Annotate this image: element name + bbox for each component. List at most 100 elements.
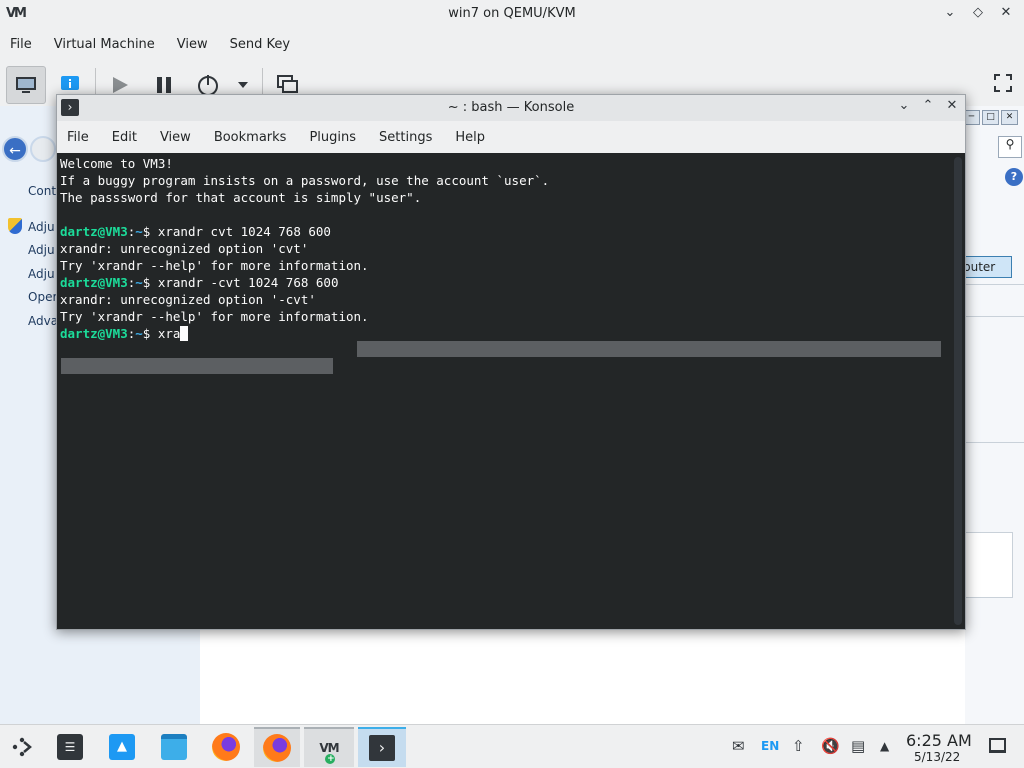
pause-icon — [157, 77, 171, 93]
guest-link[interactable]: Cont — [28, 180, 58, 204]
konsole-menu-help[interactable]: Help — [455, 130, 485, 145]
guest-help-icon[interactable]: ? — [1005, 168, 1023, 186]
guest-link[interactable]: Adju — [28, 216, 58, 240]
terminal-line: If a buggy program insists on a password… — [60, 173, 550, 188]
terminal-line: xrandr: unrecognized option '-cvt' — [60, 292, 316, 307]
info-icon — [61, 76, 79, 90]
prompt-path: ~ — [135, 275, 143, 290]
vm-window-controls: ⌄ ◇ ✕ — [942, 5, 1014, 20]
taskbar-konsole-window[interactable]: › — [358, 727, 406, 767]
taskbar-firefox-window[interactable] — [254, 727, 300, 767]
vm-titlebar: VM win7 on QEMU/KVM ⌄ ◇ ✕ — [0, 0, 1024, 30]
launcher-icon — [12, 737, 32, 757]
application-launcher-button[interactable] — [0, 727, 44, 767]
clock-date[interactable]: 5/13/22 — [914, 750, 960, 764]
snapshot-icon — [277, 75, 298, 93]
clock-time[interactable]: 6:25 AM — [906, 731, 972, 750]
prompt-path: ~ — [135, 326, 143, 341]
monitor-icon — [16, 77, 36, 93]
vm-menu-virtual-machine[interactable]: Virtual Machine — [54, 37, 155, 52]
taskbar-discover[interactable]: ▲ — [100, 727, 144, 767]
konsole-menu-edit[interactable]: Edit — [112, 130, 137, 145]
prompt-user: dartz@VM3 — [60, 224, 128, 239]
konsole-menu-file[interactable]: File — [67, 130, 89, 145]
terminal-line: Try 'xrandr --help' for more information… — [60, 258, 369, 273]
vm-menu-send-key[interactable]: Send Key — [230, 37, 290, 52]
terminal-line: Welcome to VM3! — [60, 156, 173, 171]
prompt-user: dartz@VM3 — [60, 326, 128, 341]
guest-window-controls: ─ □ ✕ — [963, 110, 1018, 125]
guest-panel-box — [965, 532, 1013, 598]
konsole-titlebar: › ~ : bash — Konsole ⌄ ⌃ ✕ — [57, 95, 965, 121]
konsole-menu-bookmarks[interactable]: Bookmarks — [214, 130, 287, 145]
terminal-current-prompt[interactable]: dartz@VM3:~$ xra — [60, 325, 953, 342]
settings-icon: ☰ — [57, 734, 83, 760]
firefox-icon — [212, 733, 240, 761]
firefox-icon — [263, 734, 291, 762]
guest-link[interactable]: Adva — [28, 310, 58, 334]
guest-forward-button[interactable] — [30, 136, 56, 162]
guest-computer-button[interactable]: puter — [960, 256, 1012, 278]
minimize-icon[interactable]: ⌄ — [942, 5, 958, 20]
redaction-bar — [357, 341, 941, 357]
terminal-line: Try 'xrandr --help' for more information… — [60, 309, 369, 324]
guest-links: Cont Adju Adju Adju Oper Adva — [8, 180, 58, 334]
notifications-bell-icon[interactable]: ✉ — [732, 737, 745, 755]
store-icon: ▲ — [109, 734, 135, 760]
taskbar-firefox-launcher[interactable] — [204, 727, 248, 767]
prompt-path: ~ — [135, 224, 143, 239]
guest-maximize-icon[interactable]: □ — [982, 110, 999, 125]
guest-search-button[interactable]: ⚲ — [998, 136, 1022, 158]
vm-window-title: win7 on QEMU/KVM — [448, 6, 576, 21]
redaction-bar — [61, 358, 333, 374]
play-icon — [113, 77, 128, 93]
prompt-command-input[interactable]: xra — [158, 326, 181, 341]
prompt-user: dartz@VM3 — [60, 275, 128, 290]
konsole-menu-plugins[interactable]: Plugins — [309, 130, 356, 145]
vm-menu-view[interactable]: View — [177, 37, 208, 52]
virt-manager-icon: VM + — [319, 741, 340, 764]
prompt-command: xrandr -cvt 1024 768 600 — [157, 275, 339, 290]
console-view-button[interactable] — [6, 66, 46, 104]
tray-expand-icon[interactable]: ▲ — [880, 739, 889, 753]
konsole-menubar: File Edit View Bookmarks Plugins Setting… — [57, 121, 965, 153]
taskbar-system-settings[interactable]: ☰ — [48, 727, 92, 767]
minimize-icon[interactable]: ⌄ — [897, 98, 911, 113]
show-desktop-icon[interactable] — [989, 738, 1006, 753]
taskbar-virt-manager-window[interactable]: VM + — [304, 727, 354, 767]
guest-link[interactable]: Adju — [28, 263, 58, 287]
chevron-down-icon — [238, 82, 248, 88]
taskbar-dolphin[interactable] — [152, 727, 196, 767]
konsole-menu-settings[interactable]: Settings — [379, 130, 432, 145]
vm-menubar: File Virtual Machine View Send Key — [0, 30, 1024, 58]
folder-icon — [161, 734, 187, 760]
keyboard-layout-indicator[interactable]: EN — [761, 739, 779, 753]
guest-right-panel — [965, 106, 1024, 724]
taskbar: ☰ ▲ VM + › ✉ EN ⇧ 🔇 ▤ ▲ 6:25 AM 5/13/22 — [0, 724, 1024, 768]
konsole-window: › ~ : bash — Konsole ⌄ ⌃ ✕ File Edit Vie… — [56, 94, 966, 630]
close-icon[interactable]: ✕ — [998, 5, 1014, 20]
maximize-icon[interactable]: ◇ — [970, 5, 986, 20]
back-arrow-icon: ← — [9, 143, 21, 159]
vm-menu-file[interactable]: File — [10, 37, 32, 52]
terminal-prompt-line: dartz@VM3:~$ xrandr -cvt 1024 768 600 — [60, 275, 339, 290]
guest-link[interactable]: Adju — [28, 239, 58, 263]
fullscreen-button[interactable] — [992, 74, 1014, 96]
guest-close-icon[interactable]: ✕ — [1001, 110, 1018, 125]
close-icon[interactable]: ✕ — [945, 98, 959, 113]
guest-link[interactable]: Oper — [28, 286, 58, 310]
guest-back-button[interactable]: ← — [2, 136, 28, 162]
updates-icon[interactable]: ⇧ — [792, 737, 805, 755]
maximize-icon[interactable]: ⌃ — [921, 98, 935, 113]
divider — [965, 442, 1024, 443]
divider — [965, 284, 1024, 285]
konsole-menu-view[interactable]: View — [160, 130, 191, 145]
terminal-scrollbar[interactable] — [954, 157, 962, 625]
network-icon[interactable]: ▤ — [851, 737, 865, 755]
volume-muted-icon[interactable]: 🔇 — [821, 737, 840, 755]
search-icon: ⚲ — [1005, 137, 1015, 151]
konsole-title: ~ : bash — Konsole — [447, 100, 575, 115]
prompt-command: xrandr cvt 1024 768 600 — [157, 224, 331, 239]
terminal-output[interactable]: Welcome to VM3! If a buggy program insis… — [57, 153, 953, 629]
